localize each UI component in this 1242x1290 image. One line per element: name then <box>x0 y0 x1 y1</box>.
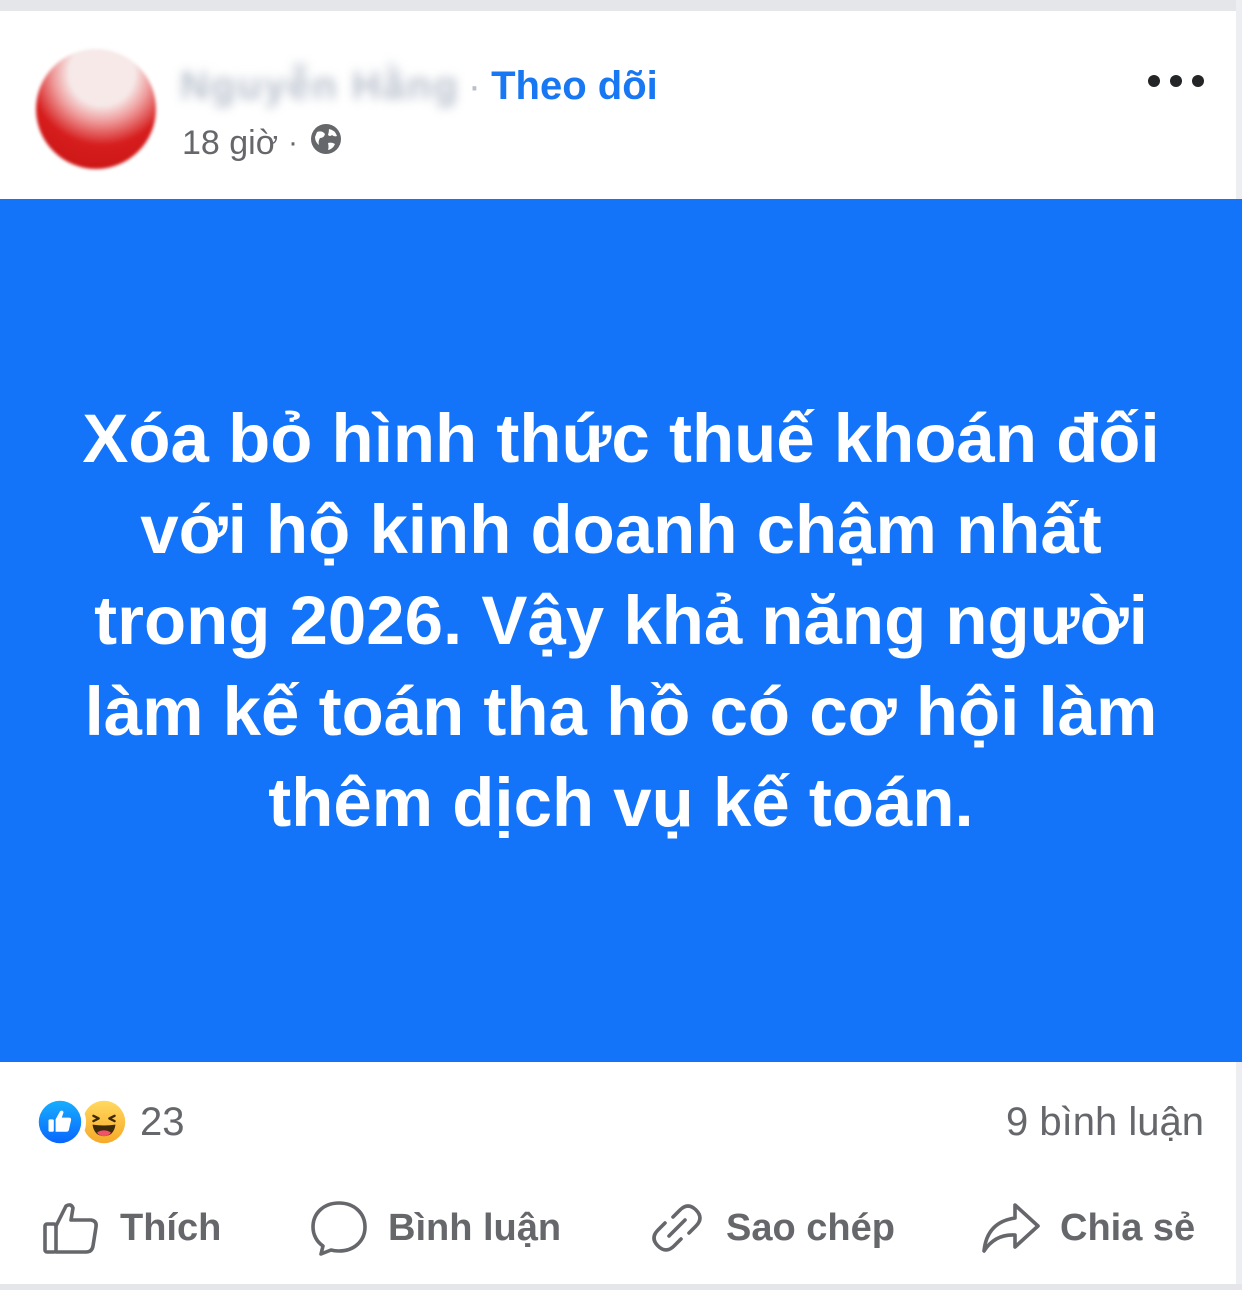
action-bar: Thích Bình luận Sao chép Chia sẻ <box>0 1182 1242 1282</box>
author-row: Nguyễn Hằng · Theo dõi <box>180 63 658 109</box>
post-text-card[interactable]: Xóa bỏ hình thức thuế khoán đối với hộ k… <box>0 199 1242 1062</box>
like-icon <box>34 1096 86 1148</box>
meta-separator: · <box>288 126 299 159</box>
reaction-count: 23 <box>140 1099 185 1144</box>
author-avatar[interactable] <box>36 49 156 169</box>
comment-button[interactable]: Bình luận <box>308 1196 561 1260</box>
follow-button[interactable]: Theo dõi <box>491 64 658 109</box>
bottom-divider <box>0 1284 1242 1290</box>
comment-label: Bình luận <box>388 1206 562 1249</box>
more-dot <box>1192 75 1204 87</box>
facebook-post: Nguyễn Hằng · Theo dõi 18 giờ · Xóa bỏ h… <box>0 0 1242 1290</box>
post-text: Xóa bỏ hình thức thuế khoán đối với hộ k… <box>82 400 1160 841</box>
thumbs-up-icon <box>43 1203 98 1254</box>
follow-separator: · <box>467 63 482 108</box>
comment-bubble-icon <box>311 1201 367 1256</box>
post-header: Nguyễn Hằng · Theo dõi 18 giờ · <box>0 11 1242 199</box>
share-arrow-icon <box>982 1203 1040 1253</box>
post-stats: 23 9 bình luận <box>0 1062 1242 1182</box>
post-meta: 18 giờ · <box>182 123 344 163</box>
comment-count-link[interactable]: 9 bình luận <box>1006 1100 1204 1145</box>
share-button[interactable]: Chia sẻ <box>980 1196 1195 1260</box>
globe-icon[interactable] <box>308 121 344 166</box>
share-label: Chia sẻ <box>1060 1206 1196 1249</box>
more-dot <box>1148 75 1160 87</box>
author-name[interactable]: Nguyễn Hằng <box>180 64 460 109</box>
like-label: Thích <box>120 1206 222 1249</box>
like-button[interactable]: Thích <box>40 1196 221 1260</box>
post-timestamp[interactable]: 18 giờ <box>182 124 278 163</box>
copy-link-button[interactable]: Sao chép <box>646 1196 895 1260</box>
reaction-summary[interactable]: 23 <box>34 1096 185 1148</box>
link-icon <box>652 1204 702 1252</box>
copy-label: Sao chép <box>726 1206 895 1249</box>
top-divider <box>0 0 1242 11</box>
more-options-button[interactable] <box>1148 67 1204 95</box>
more-dot <box>1170 75 1182 87</box>
